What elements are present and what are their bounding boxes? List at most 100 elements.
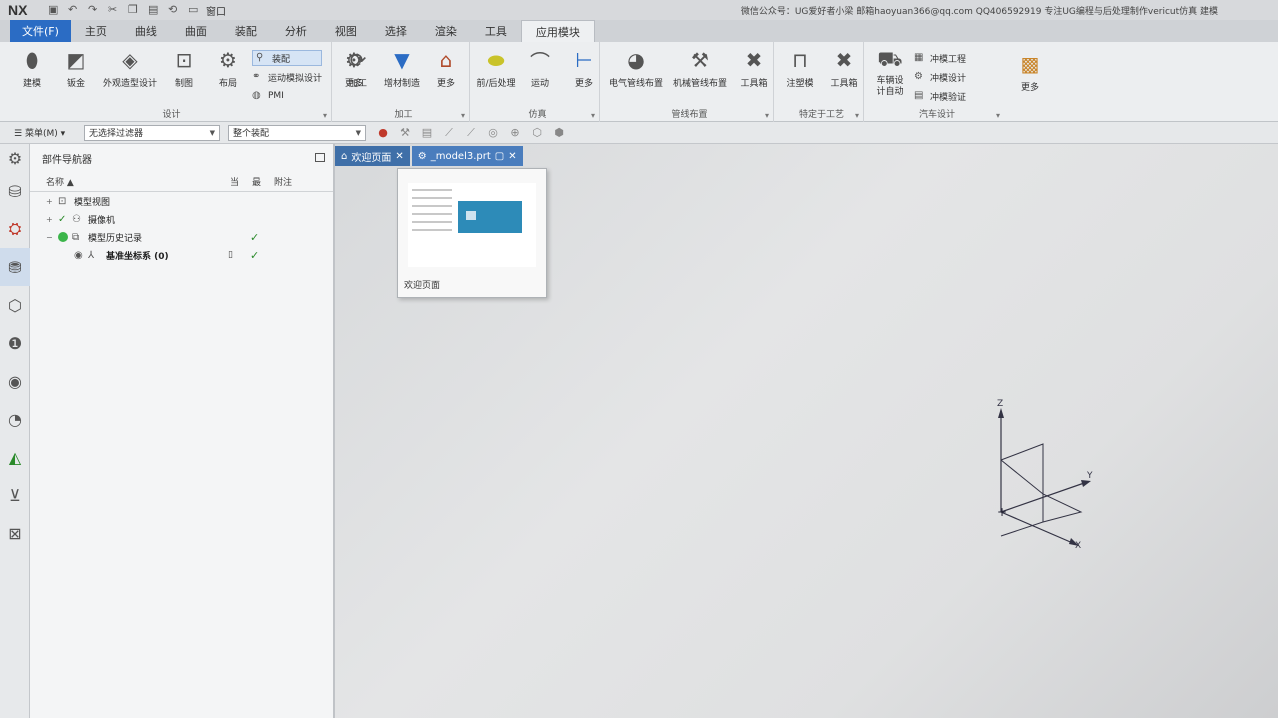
settings-icon[interactable]: ⚙ [0, 144, 30, 172]
select-edges-icon[interactable]: ⟋ [442, 126, 456, 140]
process-studio-icon[interactable]: ⊻ [0, 476, 30, 514]
manufacturing-button[interactable]: ⟳ 加工 [338, 46, 378, 89]
reuse-library-icon[interactable]: ⬡ [0, 286, 30, 324]
navigator-row-history[interactable]: − ⧉ 模型历史记录 ✓ [30, 228, 333, 246]
close-icon[interactable]: ✕ [508, 151, 516, 162]
cut-icon[interactable]: ✂ [108, 4, 120, 16]
shape-studio-button[interactable]: ◈ 外观造型设计 [100, 46, 160, 89]
copy-icon[interactable]: ❐ [128, 4, 140, 16]
redo-icon[interactable]: ↷ [88, 4, 100, 16]
constraint-navigator-icon[interactable]: ⛭ [0, 210, 30, 248]
vehicle-design-button[interactable]: ⛟ 车辆设计自动 [870, 46, 910, 98]
select-faces-icon[interactable]: ⟋ [464, 126, 478, 140]
info-icon[interactable]: ❶ [0, 324, 30, 362]
group-dropdown-icon[interactable]: ▾ [855, 111, 859, 120]
ribbon-more-button[interactable]: ▩ 更多 [1010, 42, 1050, 121]
type-filter-dropdown[interactable]: 无选择过滤器 ▼ [84, 124, 220, 141]
assembly-navigator-icon[interactable]: ⛁ [0, 172, 30, 210]
maximize-icon[interactable] [315, 153, 325, 162]
column-comment[interactable]: 附注 [274, 175, 292, 188]
group-dropdown-icon[interactable]: ▾ [591, 111, 595, 120]
collapse-icon[interactable]: − [46, 233, 53, 242]
tab-preview-popup[interactable]: 欢迎页面 [397, 168, 547, 298]
assembly-button[interactable]: ⚲ 装配 [252, 50, 323, 66]
tab-analysis[interactable]: 分析 [271, 20, 321, 42]
die-validation-button[interactable]: ▤ 冲模验证 [914, 88, 966, 104]
tab-surface[interactable]: 曲面 [171, 20, 221, 42]
tab-render[interactable]: 渲染 [421, 20, 471, 42]
drafting-button[interactable]: ⊡ 制图 [164, 46, 204, 89]
render-style-icon[interactable]: ⬢ [552, 126, 566, 140]
selection-filter-icon[interactable]: ● [376, 126, 390, 140]
navigator-row-model-views[interactable]: + ⊡ 模型视图 [30, 192, 333, 210]
paste-icon[interactable]: ▤ [148, 4, 160, 16]
part-navigator-title: 部件导航器 [42, 154, 92, 166]
save-icon[interactable]: ▣ [48, 4, 60, 16]
column-latest[interactable]: 最 [252, 175, 261, 188]
sheetmetal-button[interactable]: ◩ 钣金 [56, 46, 96, 89]
pmi-button[interactable]: ◍ PMI [252, 88, 322, 104]
snap-options-icon[interactable]: ⊕ [508, 126, 522, 140]
tab-assemblies[interactable]: 装配 [221, 20, 271, 42]
group-dropdown-icon[interactable]: ▾ [323, 111, 327, 120]
touch-mode-icon[interactable]: ▭ [188, 4, 200, 16]
additive-button[interactable]: ▼ 增材制造 [382, 46, 422, 89]
datum-csys-graphic[interactable]: Z Y X + [975, 394, 1095, 554]
window-menu[interactable]: 窗口 [206, 3, 226, 18]
history-icon[interactable]: ◔ [0, 400, 30, 438]
column-name[interactable]: 名称 ▲ [46, 175, 74, 188]
die-design-button[interactable]: ⚙ 冲模设计 [914, 69, 966, 85]
group-dropdown-icon[interactable]: ▾ [765, 111, 769, 120]
select-features-icon[interactable]: ⚒ [398, 126, 412, 140]
tab-selection[interactable]: 选择 [371, 20, 421, 42]
pre-post-button[interactable]: ⬬ 前/后处理 [476, 46, 516, 89]
part-navigator-icon[interactable]: ⛃ [0, 248, 30, 286]
column-current[interactable]: 当 [230, 175, 239, 188]
manufacturing-icon: ⟳ [349, 48, 367, 72]
pin-icon[interactable]: ▢ [495, 151, 504, 162]
navigator-row-cameras[interactable]: + ✓ ⚇ 摄像机 [30, 210, 333, 228]
roles-icon[interactable]: ⊠ [0, 514, 30, 552]
eye-icon[interactable]: ◉ [74, 250, 83, 261]
file-menu-tab[interactable]: 文件(F) [10, 20, 71, 42]
system-materials-icon[interactable]: ◭ [0, 438, 30, 476]
layout-button[interactable]: ⚙ 布局 [208, 46, 248, 89]
group-dropdown-icon[interactable]: ▾ [996, 111, 1000, 120]
routing-toolbox-button[interactable]: ✖ 工具箱 [734, 46, 774, 89]
undo-icon[interactable]: ↶ [68, 4, 80, 16]
sheetmetal-label: 钣金 [66, 79, 85, 89]
mold-button[interactable]: ⊓ 注塑模 [780, 46, 820, 89]
graphics-window[interactable]: ⌂ 欢迎页面 ✕ ⚙ _model3.prt ▢ ✕ 欢迎页面 Z Y X + [335, 144, 1278, 718]
process-toolbox-button[interactable]: ✖ 工具箱 [824, 46, 864, 89]
mechanical-routing-button[interactable]: ⚒ 机械管线布置 [670, 46, 730, 89]
close-icon[interactable]: ✕ [395, 151, 403, 162]
die-design-label: 冲模设计 [930, 73, 967, 84]
view-orient-icon[interactable]: ⬡ [530, 126, 544, 140]
modeling-button[interactable]: ⬮ 建模 [12, 46, 52, 89]
xz-plane [1000, 443, 1044, 537]
expand-icon[interactable]: + [46, 215, 53, 224]
motion-sim-button[interactable]: ⌒ 运动 [520, 46, 560, 90]
machining-more-button[interactable]: ⌂ 更多 [426, 46, 466, 89]
tab-curve[interactable]: 曲线 [121, 20, 171, 42]
tab-applications[interactable]: 应用模块 [520, 20, 595, 42]
toolbox-icon: ✖ [745, 48, 763, 72]
repeat-command-icon[interactable]: ⟲ [168, 4, 180, 16]
motion-design-button[interactable]: ⚭ 运动模拟设计 [252, 69, 322, 85]
tab-tools[interactable]: 工具 [471, 20, 521, 42]
die-engineering-button[interactable]: ▦ 冲模工程 [914, 50, 966, 66]
snap-point-icon[interactable]: ◎ [486, 126, 500, 140]
tab-welcome-page[interactable]: ⌂ 欢迎页面 ✕ [335, 146, 410, 166]
simulation-more-button[interactable]: ⊢ 更多 [564, 46, 604, 89]
navigator-row-datum-csys[interactable]: ◉ ⅄ 基准坐标系 (0) ▯ ✓ [30, 246, 333, 264]
group-dropdown-icon[interactable]: ▾ [461, 111, 465, 120]
tab-view[interactable]: 视图 [321, 20, 371, 42]
selection-scope-dropdown[interactable]: 整个装配 ▼ [228, 124, 366, 141]
tab-model3[interactable]: ⚙ _model3.prt ▢ ✕ [411, 146, 523, 166]
tab-home[interactable]: 主页 [71, 20, 121, 42]
top-menu-button[interactable]: ☰ 菜单(M) ▾ [14, 126, 84, 139]
expand-icon[interactable]: + [46, 197, 53, 206]
select-bodies-icon[interactable]: ▤ [420, 126, 434, 140]
electrical-routing-button[interactable]: ◕ 电气管线布置 [606, 46, 666, 89]
web-browser-icon[interactable]: ◉ [0, 362, 30, 400]
